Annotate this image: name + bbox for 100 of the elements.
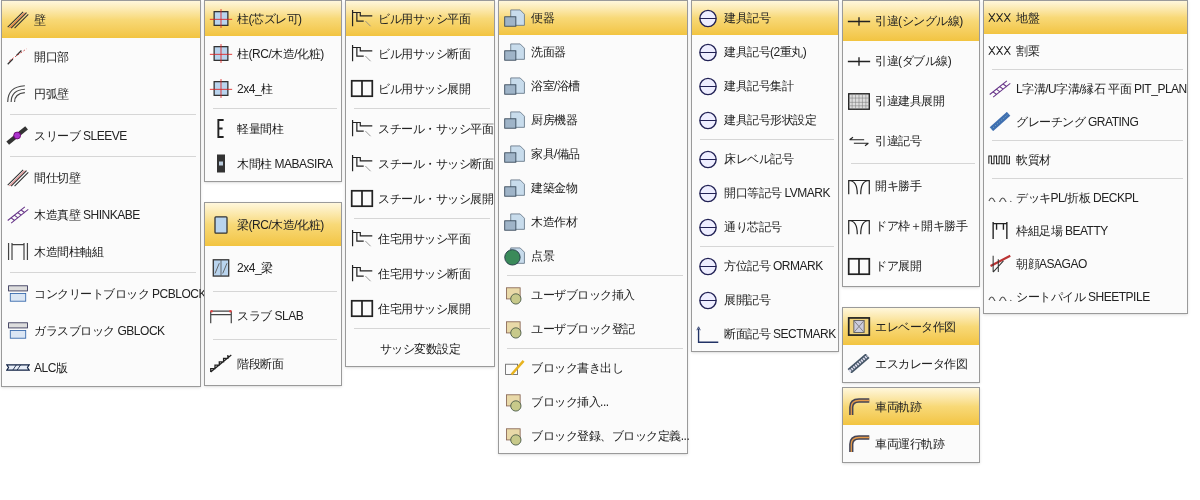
menu-item[interactable]: 点景 (499, 239, 687, 273)
diagonal-lines-icon (6, 168, 30, 187)
menu-item[interactable]: ユーザブロック登記 (499, 312, 687, 346)
menu-item[interactable]: 軽量間柱 (205, 111, 341, 146)
menu-item[interactable]: 2x4_柱 (205, 71, 341, 106)
menu-item[interactable]: 建具記号(2重丸) (692, 35, 838, 69)
menu-item[interactable]: 家具/備品 (499, 137, 687, 171)
menu-item[interactable]: ユーザブロック挿入 (499, 278, 687, 312)
menu-item[interactable]: ブロック書き出し (499, 351, 687, 385)
menu-item[interactable]: 厨房機器 (499, 103, 687, 137)
grid-window-icon (847, 91, 871, 111)
slope-icon (988, 254, 1012, 273)
menu-item[interactable]: エスカレータ作図 (843, 345, 979, 382)
menu-item[interactable]: 住宅用サッシ断面 (346, 256, 494, 291)
crosshair-panel-icon (209, 79, 233, 98)
menu-item[interactable]: グレーチング GRATING (984, 105, 1187, 138)
document-icon (503, 212, 527, 232)
menu-item[interactable]: 引違建具展開 (843, 81, 979, 121)
document-icon (503, 144, 527, 164)
menu-item[interactable]: 断面記号 SECTMARK (692, 317, 838, 351)
crosshair-panel-icon (209, 9, 233, 28)
menu-item[interactable]: 方位記号 ORMARK (692, 249, 838, 283)
window-icon (847, 256, 871, 276)
menu-item[interactable]: ガラスブロック GBLOCK (2, 312, 200, 349)
sash-section-icon (350, 119, 374, 138)
sash-section-icon (350, 229, 374, 248)
menu-item[interactable]: 引違(ダブル線) (843, 41, 979, 81)
curved-path-icon (847, 397, 871, 416)
menu-item[interactable]: エレベータ作図 (843, 308, 979, 345)
menu-item[interactable]: L字溝/U字溝/縁石 平面 PIT_PLAN (984, 72, 1187, 105)
circle-symbol-icon (696, 110, 720, 130)
menu-item[interactable]: 引違(シングル線) (843, 1, 979, 41)
menu-item[interactable]: 梁(RC/木造/化粧) (205, 203, 341, 246)
dotted-disc-icon (503, 246, 527, 266)
menu-item[interactable]: ブロック登録、ブロック定義... (499, 419, 687, 453)
escalator-icon (847, 354, 871, 373)
menu-item[interactable]: スチール・サッシ展開 (346, 181, 494, 216)
menu-item[interactable]: 建築金物 (499, 171, 687, 205)
menu-item[interactable]: 通り芯記号 (692, 210, 838, 244)
circle-symbol-icon (696, 256, 720, 276)
window-icon (350, 79, 374, 98)
document-icon (503, 110, 527, 130)
menu-item[interactable]: ドア展開 (843, 246, 979, 286)
menu-item[interactable]: 階段断面 (205, 342, 341, 385)
menu-item[interactable]: 柱(RC/木造/化粧) (205, 36, 341, 71)
menu-item[interactable]: 建具記号 (692, 1, 838, 35)
menu-item[interactable]: 車両運行軌跡 (843, 425, 979, 462)
menu-item[interactable]: 木間柱 MABASIRA (205, 146, 341, 181)
menu-item[interactable]: スチール・サッシ平面 (346, 111, 494, 146)
menu-item[interactable]: 展開記号 (692, 283, 838, 317)
sash-section-icon (350, 44, 374, 63)
menu-item[interactable]: 軟質材 (984, 143, 1187, 176)
menu-item[interactable]: 木造真壁 SHINKABE (2, 196, 200, 233)
menu-item[interactable]: 枠組足場 BEATTY (984, 214, 1187, 247)
menu-item[interactable]: デッキPL/折板 DECKPL (984, 181, 1187, 214)
menu-item[interactable]: スリーブ SLEEVE (2, 117, 200, 154)
menu-item[interactable]: 引違記号 (843, 121, 979, 161)
circle-symbol-icon (696, 217, 720, 237)
pencil-icon (503, 358, 527, 378)
menu-item[interactable]: 円弧壁 (2, 75, 200, 112)
menu-item[interactable]: 木造作材 (499, 205, 687, 239)
document-icon (503, 76, 527, 96)
menu-item[interactable]: スラブ SLAB (205, 294, 341, 337)
menu-item[interactable]: シートパイル SHEETPILE (984, 280, 1187, 313)
menu-item[interactable]: 柱(芯ズレ可) (205, 1, 341, 36)
ladder-icon (6, 205, 30, 224)
menu-item[interactable]: 建具記号形状設定 (692, 103, 838, 137)
menu-item[interactable]: 車両軌跡 (843, 388, 979, 425)
menu-item[interactable]: 木造間柱軸組 (2, 233, 200, 270)
menu-item[interactable]: 開口等記号 LVMARK (692, 176, 838, 210)
menu-item[interactable]: 住宅用サッシ展開 (346, 291, 494, 326)
menu-item[interactable]: 建具記号集計 (692, 69, 838, 103)
menu-item[interactable]: 朝顔ASAGAO (984, 247, 1187, 280)
menu-item[interactable]: 開口部 (2, 38, 200, 75)
window-icon (350, 299, 374, 318)
menu-item[interactable]: 便器 (499, 1, 687, 35)
menu-item[interactable]: ブロック挿入... (499, 385, 687, 419)
circle-symbol-icon (696, 76, 720, 96)
menu-item[interactable]: スチール・サッシ断面 (346, 146, 494, 181)
menu-item[interactable]: ビル用サッシ展開 (346, 71, 494, 106)
menu-item[interactable]: 壁 (2, 1, 200, 38)
menu-item[interactable]: ビル用サッシ平面 (346, 1, 494, 36)
menu-item[interactable]: ビル用サッシ断面 (346, 36, 494, 71)
circle-symbol-icon (696, 42, 720, 62)
menu-item[interactable]: サッシ変数設定 (346, 331, 494, 366)
menu-item[interactable]: 住宅用サッシ平面 (346, 221, 494, 256)
section-corner-icon (696, 324, 720, 344)
menu-item[interactable]: 開キ勝手 (843, 166, 979, 206)
menu-item[interactable]: 床レベル記号 (692, 142, 838, 176)
dashed-line-icon (6, 47, 30, 66)
menu-item[interactable]: 2x4_梁 (205, 246, 341, 289)
menu-item[interactable]: 割栗 (984, 34, 1187, 67)
circle-symbol-icon (696, 183, 720, 203)
menu-item[interactable]: 浴室/浴槽 (499, 69, 687, 103)
menu-item[interactable]: ALC版 (2, 349, 200, 386)
menu-item[interactable]: ドア枠＋開キ勝手 (843, 206, 979, 246)
document-icon (503, 8, 527, 28)
menu-item[interactable]: 間仕切壁 (2, 159, 200, 196)
menu-item[interactable]: 洗面器 (499, 35, 687, 69)
menu-item[interactable]: 地盤 (984, 1, 1187, 34)
